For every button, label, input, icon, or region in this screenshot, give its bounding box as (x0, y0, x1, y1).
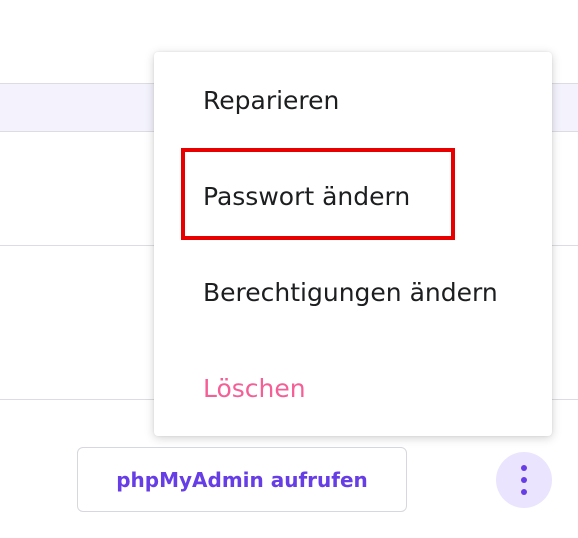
vertical-ellipsis-icon (521, 477, 527, 483)
menu-item-delete[interactable]: Löschen (154, 340, 552, 436)
actions-dropdown-menu: Reparieren Passwort ändern Berechtigunge… (154, 52, 552, 436)
open-phpmyadmin-button[interactable]: phpMyAdmin aufrufen (77, 447, 407, 512)
menu-item-change-permissions[interactable]: Berechtigungen ändern (154, 244, 552, 340)
menu-item-label: Reparieren (203, 85, 340, 115)
vertical-ellipsis-icon (521, 489, 527, 495)
vertical-ellipsis-icon (521, 465, 527, 471)
more-actions-button[interactable] (496, 452, 552, 508)
menu-item-label: Passwort ändern (203, 181, 411, 211)
menu-item-repair[interactable]: Reparieren (154, 52, 552, 148)
menu-item-change-password[interactable]: Passwort ändern (154, 148, 552, 244)
database-user-panel: phpMyAdmin aufrufen Reparieren Passwort … (0, 0, 578, 538)
menu-item-label: Löschen (203, 373, 306, 403)
menu-item-label: Berechtigungen ändern (203, 277, 498, 307)
open-phpmyadmin-label: phpMyAdmin aufrufen (116, 467, 368, 492)
